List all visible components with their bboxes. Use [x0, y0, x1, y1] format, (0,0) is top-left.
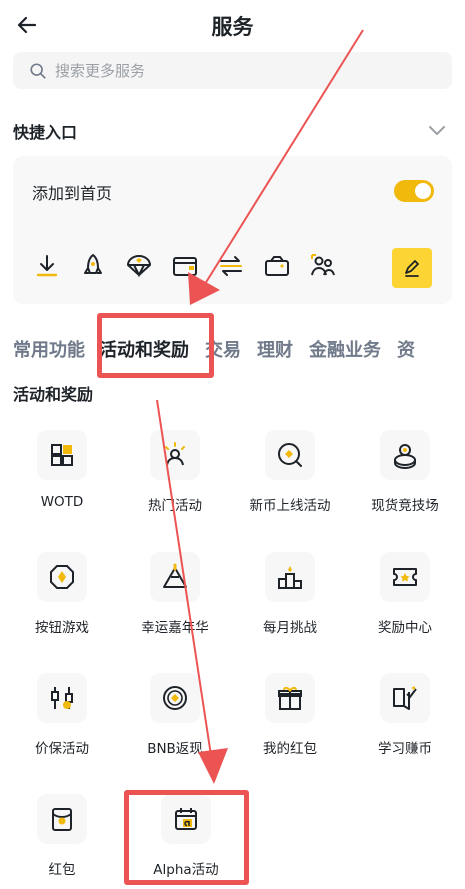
grid-item-red-packet[interactable]: 红包 [4, 794, 120, 878]
search-bar[interactable] [13, 52, 452, 89]
button-game-icon [37, 552, 87, 602]
my-red-packet-icon [265, 673, 315, 723]
quick-entry-card: 添加到首页 [13, 156, 452, 304]
search-input[interactable] [55, 61, 435, 80]
grid-item-learn-earn[interactable]: 学习赚币 [347, 673, 463, 757]
grid-item-reward-center[interactable]: 奖励中心 [347, 552, 463, 636]
pencil-icon [405, 260, 419, 277]
grid-item-my-red-packet[interactable]: 我的红包 [232, 673, 348, 757]
grid-item-price-protect[interactable]: 价保活动 [4, 673, 120, 757]
lucky-carnival-icon [150, 552, 200, 602]
learn-earn-icon [380, 673, 430, 723]
tab-more[interactable]: 资 [397, 336, 415, 362]
grid-item-bnb-cashback[interactable]: BNB返现 [117, 673, 233, 757]
grid-item-monthly-challenge[interactable]: 每月挑战 [232, 552, 348, 636]
gift-wallet-icon[interactable] [259, 248, 295, 284]
hot-activity-icon [150, 430, 200, 480]
red-packet-icon [37, 794, 87, 844]
reward-center-icon [380, 552, 430, 602]
download-icon[interactable] [29, 248, 65, 284]
add-to-home-toggle[interactable] [394, 180, 434, 202]
new-listing-icon [265, 430, 315, 480]
parachute-icon[interactable] [121, 248, 157, 284]
chevron-down-icon[interactable] [427, 122, 447, 138]
spot-arena-icon [380, 430, 430, 480]
grid-item-hot-activity[interactable]: 热门活动 [117, 430, 233, 514]
grid-item-lucky-carnival[interactable]: 幸运嘉年华 [117, 552, 233, 636]
tab-finance[interactable]: 金融业务 [309, 336, 381, 362]
search-icon [30, 62, 46, 79]
add-to-home-label: 添加到首页 [32, 184, 113, 203]
price-protect-icon [37, 673, 87, 723]
edit-quick-entry-button[interactable] [392, 248, 432, 288]
grid-item-button-game[interactable]: 按钮游戏 [4, 552, 120, 636]
page-title: 服务 [211, 15, 254, 39]
grid-item-spot-arena[interactable]: 现货竞技场 [347, 430, 463, 514]
category-tabs: 常用功能 活动和奖励 交易 理财 金融业务 资 [13, 336, 431, 362]
bnb-cashback-icon [150, 673, 200, 723]
rocket-icon[interactable] [75, 248, 111, 284]
highlight-box-tab [97, 313, 214, 378]
highlight-box-alpha [124, 790, 249, 885]
grid-item-new-listing[interactable]: 新币上线活动 [232, 430, 348, 514]
referral-users-icon[interactable] [305, 248, 341, 284]
monthly-challenge-icon [265, 552, 315, 602]
quick-icons-row [29, 248, 341, 284]
tab-common[interactable]: 常用功能 [13, 336, 85, 362]
tab-earn[interactable]: 理财 [257, 336, 293, 362]
wotd-icon [37, 430, 87, 480]
toggle-knob [415, 183, 431, 199]
transfer-icon[interactable] [213, 248, 249, 284]
section-title: 活动和奖励 [13, 385, 94, 404]
grid-item-wotd[interactable]: WOTD [4, 430, 120, 510]
quick-entry-title: 快捷入口 [13, 123, 78, 142]
wallet-icon[interactable] [167, 248, 203, 284]
header: 服务 [0, 0, 465, 50]
